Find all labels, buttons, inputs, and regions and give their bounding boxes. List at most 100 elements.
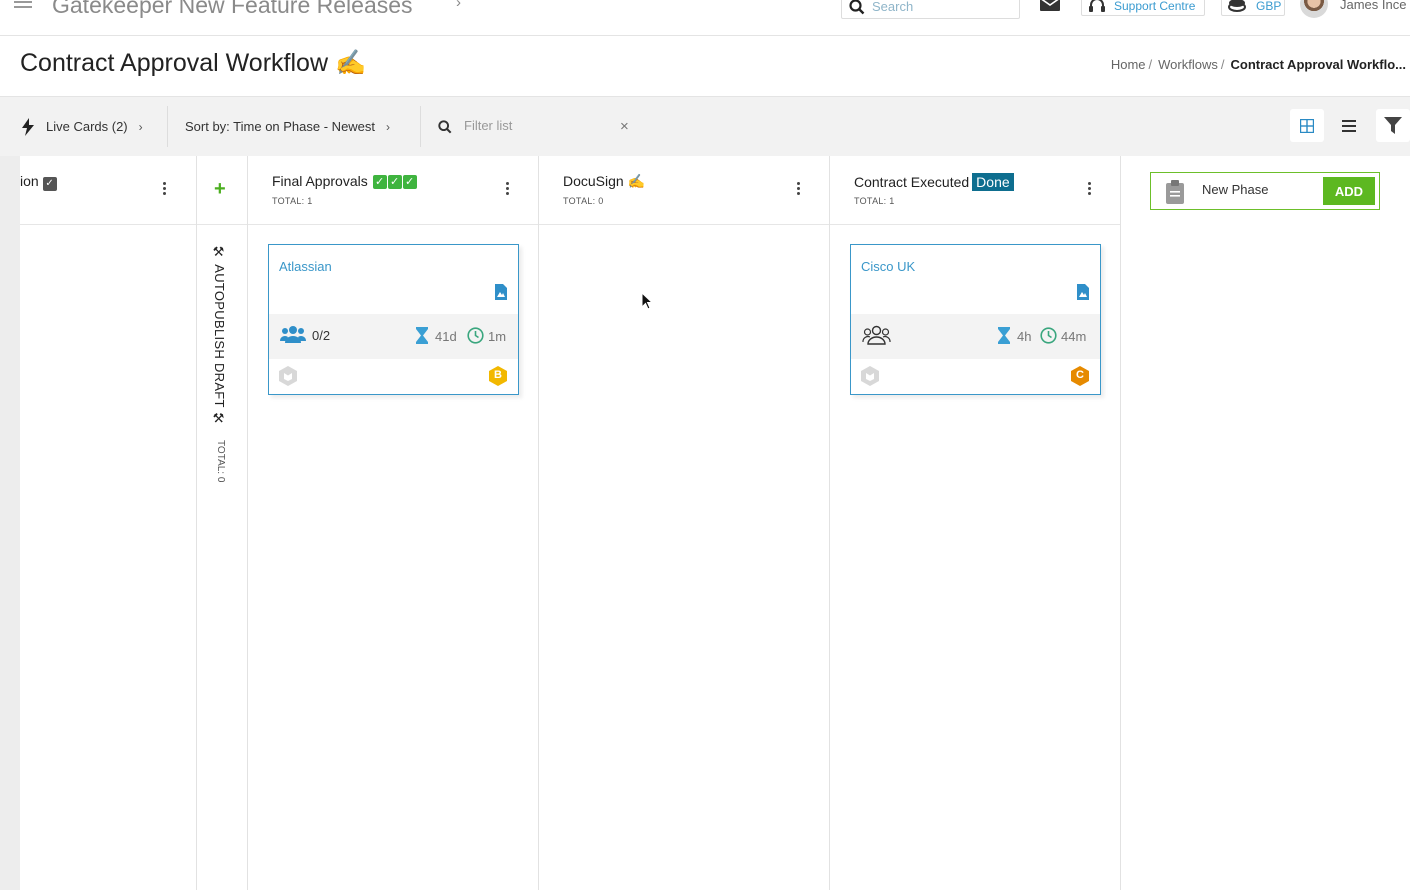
chevron-right-icon: › — [386, 119, 391, 134]
vertical-phase-label: AUTOPUBLISH DRAFT — [212, 264, 227, 408]
phase-menu-icon[interactable] — [506, 182, 510, 197]
new-phase-input[interactable] — [1202, 182, 1322, 197]
lightning-icon — [22, 117, 34, 136]
workflow-hex-icon — [861, 366, 879, 386]
users-outline-icon — [862, 325, 891, 345]
workflow-card-atlassian[interactable]: Atlassian 0/2 41d 1m B — [268, 244, 519, 395]
document-icon — [495, 284, 507, 300]
phase-name-text: Final Approvals — [272, 173, 368, 189]
phase-header: ion ✓ — [20, 156, 196, 225]
headset-icon — [1089, 0, 1105, 12]
clock-icon — [467, 327, 484, 344]
card-title[interactable]: Cisco UK — [861, 259, 915, 274]
checkbox-icon: ✓ — [42, 177, 57, 191]
phase-column-contract-executed: Contract Executed Done TOTAL: 1 Cisco UK … — [830, 156, 1121, 890]
app-title[interactable]: Gatekeeper New Feature Releases — [52, 0, 413, 19]
board-toolbar: Live Cards (2) › Sort by: Time on Phase … — [0, 97, 1410, 156]
phase-column-partial: ion ✓ — [20, 156, 197, 890]
avatar[interactable] — [1300, 0, 1328, 18]
sort-button[interactable]: Sort by: Time on Phase - Newest › — [185, 97, 390, 156]
new-phase-form: ADD — [1150, 172, 1380, 210]
grid-icon — [1300, 118, 1314, 133]
global-search[interactable] — [841, 0, 1020, 19]
done-badge: Done — [972, 173, 1014, 191]
add-phase-button[interactable]: ADD — [1323, 177, 1375, 205]
workflow-card-cisco-uk[interactable]: Cisco UK 4h 44m C — [850, 244, 1101, 395]
breadcrumb-workflows[interactable]: Workflows — [1158, 57, 1218, 72]
phase-total: TOTAL: 1 — [854, 196, 895, 206]
grade-badge: B — [488, 366, 508, 386]
tools-icon: ⚒ — [212, 245, 227, 261]
live-cards-label: Live Cards (2) — [46, 119, 128, 134]
hamburger-menu-icon[interactable] — [14, 0, 32, 10]
last-activity: 1m — [488, 329, 507, 344]
clear-filter-icon[interactable]: × — [620, 118, 629, 135]
grade-badge: C — [1070, 366, 1090, 386]
board-scroll-gutter[interactable] — [0, 156, 20, 890]
kanban-board: ion ✓ + ⚒ AUTOPUBLISH DRAFT ⚒ TOTAL: 0 F… — [0, 156, 1410, 890]
list-view-button[interactable] — [1332, 109, 1366, 142]
phase-name: ion ✓ — [20, 173, 57, 191]
filter-list-input[interactable] — [464, 118, 614, 133]
hourglass-icon — [998, 327, 1010, 344]
check-icon: ✓ — [402, 175, 417, 189]
page-header: Contract Approval Workflow ✍️ Home / Workf… — [0, 36, 1410, 97]
clipboard-icon — [1166, 180, 1184, 204]
chevron-right-icon[interactable]: › — [456, 0, 461, 11]
time-on-phase: 4h — [1017, 329, 1032, 344]
sort-label: Sort by: Time on Phase - Newest — [185, 119, 376, 134]
toolbar-divider — [167, 106, 168, 147]
check-icon: ✓ — [387, 175, 402, 189]
breadcrumb: Home / Workflows / Contract Approval Workflo… — [1111, 57, 1406, 72]
phase-menu-icon[interactable] — [797, 182, 801, 197]
phase-menu-icon[interactable] — [1088, 182, 1092, 197]
currency-label: GBP — [1256, 0, 1282, 13]
clock-icon — [1040, 327, 1057, 344]
check-icon: ✓ — [372, 175, 387, 189]
mail-icon[interactable] — [1040, 0, 1060, 11]
list-icon — [1342, 119, 1356, 132]
grade-letter: C — [1076, 369, 1084, 381]
card-stats: 4h 44m — [851, 314, 1100, 359]
phase-total: TOTAL: 0 — [563, 196, 604, 206]
hourglass-icon — [416, 327, 428, 344]
mouse-cursor-icon — [641, 292, 653, 310]
phase-total: TOTAL: 1 — [272, 196, 313, 206]
search-input[interactable] — [872, 0, 1012, 14]
phase-name: DocuSign ✍️ — [563, 173, 646, 189]
phase-column-docusign: DocuSign ✍️ TOTAL: 0 — [539, 156, 830, 890]
phase-name-text: Contract Executed — [854, 174, 970, 190]
user-name[interactable]: James Ince — [1340, 0, 1406, 12]
phase-header: Final Approvals ✓ ✓ ✓ TOTAL: 1 — [248, 156, 538, 225]
tools-icon: ⚒ — [212, 411, 227, 428]
breadcrumb-separator: / — [1148, 57, 1153, 72]
filter-button[interactable] — [1376, 109, 1410, 142]
grade-letter: B — [494, 369, 502, 381]
grid-view-button[interactable] — [1290, 109, 1324, 142]
top-bar: Gatekeeper New Feature Releases › Suppor… — [0, 0, 1410, 36]
phase-menu-icon[interactable] — [163, 182, 167, 197]
workflow-hex-icon — [279, 366, 297, 386]
coins-icon — [1228, 0, 1246, 12]
phase-name: Final Approvals ✓ ✓ ✓ — [272, 173, 417, 189]
support-centre-label: Support Centre — [1114, 0, 1196, 13]
add-phase-icon[interactable]: + — [214, 178, 226, 201]
phase-column-collapsed: + ⚒ AUTOPUBLISH DRAFT ⚒ TOTAL: 0 — [197, 156, 248, 890]
card-people-count: 0/2 — [312, 328, 331, 343]
phase-name: Contract Executed Done — [854, 173, 1014, 191]
filter-search-icon — [438, 120, 452, 134]
phase-column-final-approvals: Final Approvals ✓ ✓ ✓ TOTAL: 1 Atlassian 0… — [248, 156, 539, 890]
vertical-phase-name[interactable]: ⚒ AUTOPUBLISH DRAFT ⚒ — [212, 245, 227, 427]
support-centre-button[interactable]: Support Centre — [1081, 0, 1205, 16]
breadcrumb-current: Contract Approval Workflo... — [1230, 57, 1406, 72]
vertical-phase-total: TOTAL: 0 — [215, 440, 226, 483]
card-title[interactable]: Atlassian — [279, 259, 332, 274]
live-cards-button[interactable]: Live Cards (2) › — [21, 97, 143, 156]
phase-name-text: ion — [20, 173, 39, 189]
document-icon — [1077, 284, 1089, 300]
breadcrumb-home[interactable]: Home — [1111, 57, 1146, 72]
filter-icon — [1384, 117, 1402, 134]
card-stats: 0/2 41d 1m — [269, 314, 518, 359]
currency-button[interactable]: GBP — [1221, 0, 1285, 16]
chevron-right-icon: › — [138, 119, 143, 134]
